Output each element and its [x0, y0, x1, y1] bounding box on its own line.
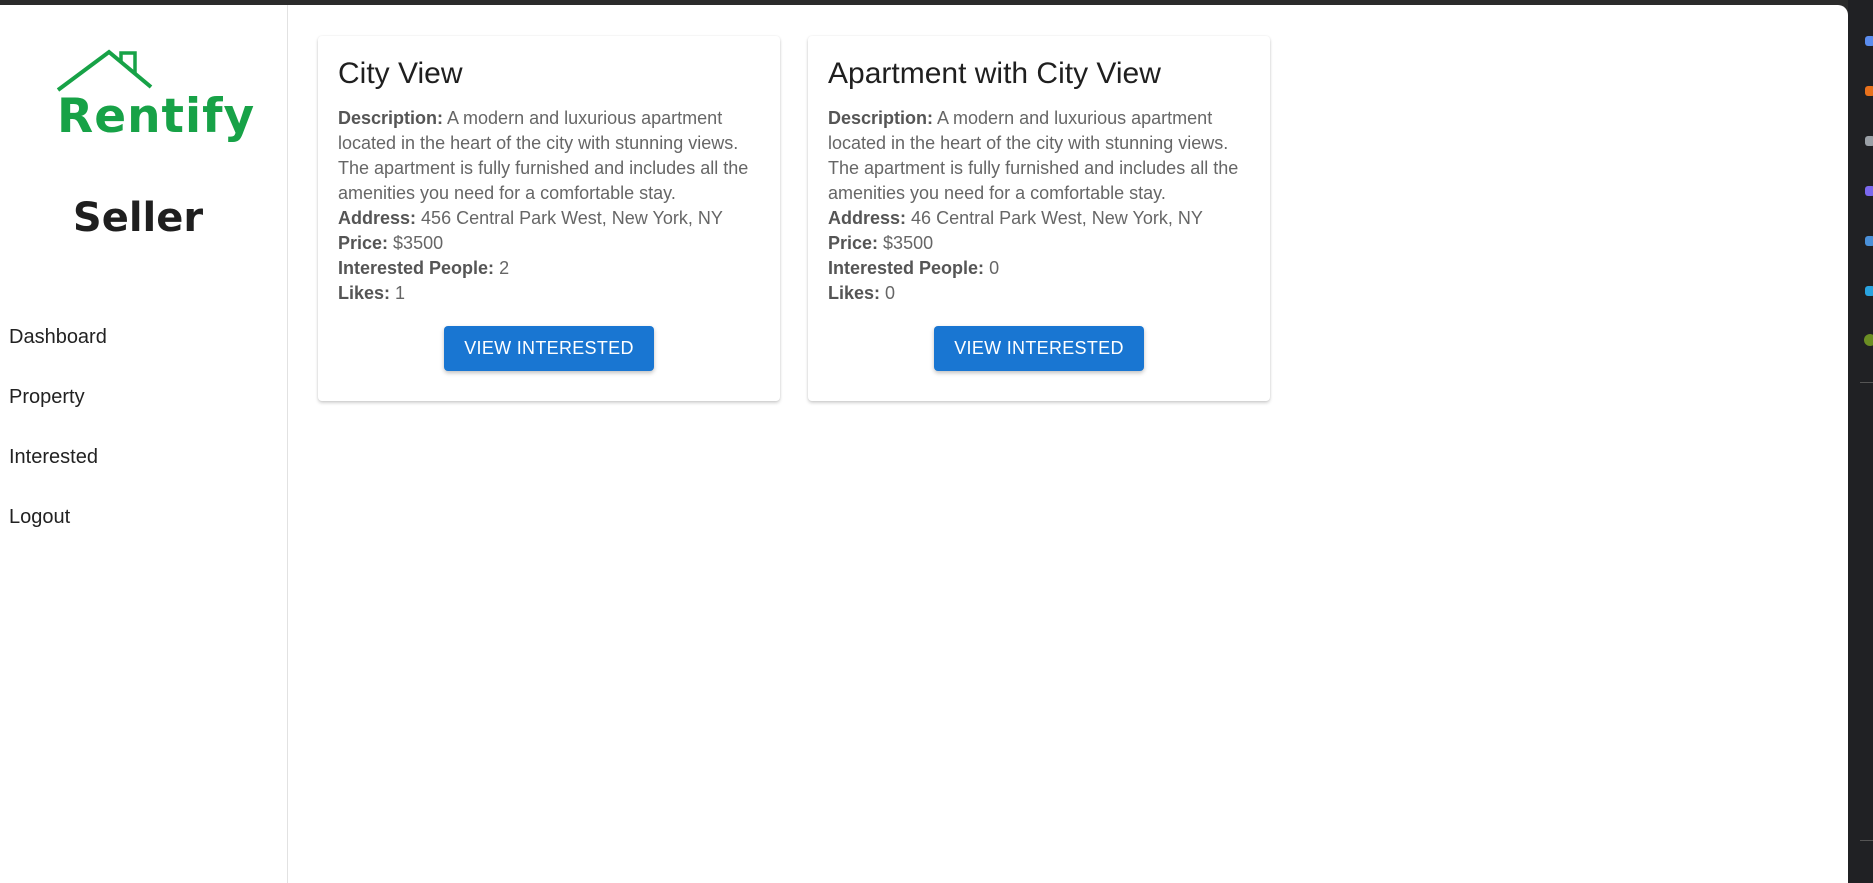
property-interested: Interested People: 2: [338, 256, 760, 281]
property-interested: Interested People: 0: [828, 256, 1250, 281]
price-label: Price:: [828, 233, 879, 253]
property-title: Apartment with City View: [828, 57, 1161, 90]
address-value: 456 Central Park West, New York, NY: [421, 208, 723, 228]
price-label: Price:: [338, 233, 389, 253]
interested-value: 0: [989, 258, 1000, 278]
price-value: $3500: [883, 233, 934, 253]
browser-side-panel: [1848, 0, 1873, 883]
button-row: VIEW INTERESTED: [828, 326, 1250, 371]
property-card: City View Description: A modern and luxu…: [318, 36, 780, 401]
house-roof-icon: [56, 49, 153, 92]
button-row: VIEW INTERESTED: [338, 326, 760, 371]
likes-value: 0: [885, 283, 896, 303]
property-price: Price: $3500: [338, 231, 760, 256]
price-value: $3500: [393, 233, 444, 253]
property-address: Address: 46 Central Park West, New York,…: [828, 206, 1250, 231]
role-title: Seller: [72, 195, 204, 241]
nav-item-dashboard[interactable]: Dashboard: [0, 317, 288, 377]
address-value: 46 Central Park West, New York, NY: [911, 208, 1203, 228]
likes-label: Likes:: [338, 283, 391, 303]
description-label: Description:: [828, 108, 934, 128]
extension-icon[interactable]: [1864, 334, 1873, 346]
extension-icon[interactable]: [1865, 186, 1873, 196]
view-interested-button[interactable]: VIEW INTERESTED: [934, 326, 1144, 371]
property-likes: Likes: 1: [338, 281, 760, 306]
nav-item-interested[interactable]: Interested: [0, 437, 288, 497]
extension-icon[interactable]: [1865, 86, 1873, 96]
extension-icon[interactable]: [1865, 136, 1873, 146]
property-card: Apartment with City View Description: A …: [808, 36, 1270, 401]
description-label: Description:: [338, 108, 444, 128]
logo-text: Rentify: [57, 89, 256, 144]
property-address: Address: 456 Central Park West, New York…: [338, 206, 760, 231]
interested-label: Interested People:: [338, 258, 495, 278]
divider: [1860, 840, 1873, 841]
extension-icon[interactable]: [1865, 286, 1873, 296]
sidebar: Rentify Seller Dashboard Property Intere…: [0, 5, 288, 883]
main-content: City View Description: A modern and luxu…: [288, 5, 1848, 883]
extension-icon[interactable]: [1865, 236, 1873, 246]
interested-value: 2: [499, 258, 510, 278]
rentify-logo[interactable]: Rentify: [55, 47, 254, 147]
property-title: City View: [338, 57, 463, 90]
app-window: Rentify Seller Dashboard Property Intere…: [0, 5, 1848, 883]
property-likes: Likes: 0: [828, 281, 1250, 306]
interested-label: Interested People:: [828, 258, 985, 278]
address-label: Address:: [828, 208, 907, 228]
address-label: Address:: [338, 208, 417, 228]
likes-value: 1: [395, 283, 406, 303]
property-description: Description: A modern and luxurious apar…: [338, 106, 760, 206]
likes-label: Likes:: [828, 283, 881, 303]
divider: [1860, 382, 1873, 383]
nav-item-logout[interactable]: Logout: [0, 497, 288, 557]
nav-item-property[interactable]: Property: [0, 377, 288, 437]
extension-icon[interactable]: [1865, 36, 1873, 46]
view-interested-button[interactable]: VIEW INTERESTED: [444, 326, 654, 371]
property-description: Description: A modern and luxurious apar…: [828, 106, 1250, 206]
property-price: Price: $3500: [828, 231, 1250, 256]
sidebar-nav: Dashboard Property Interested Logout: [0, 317, 288, 557]
